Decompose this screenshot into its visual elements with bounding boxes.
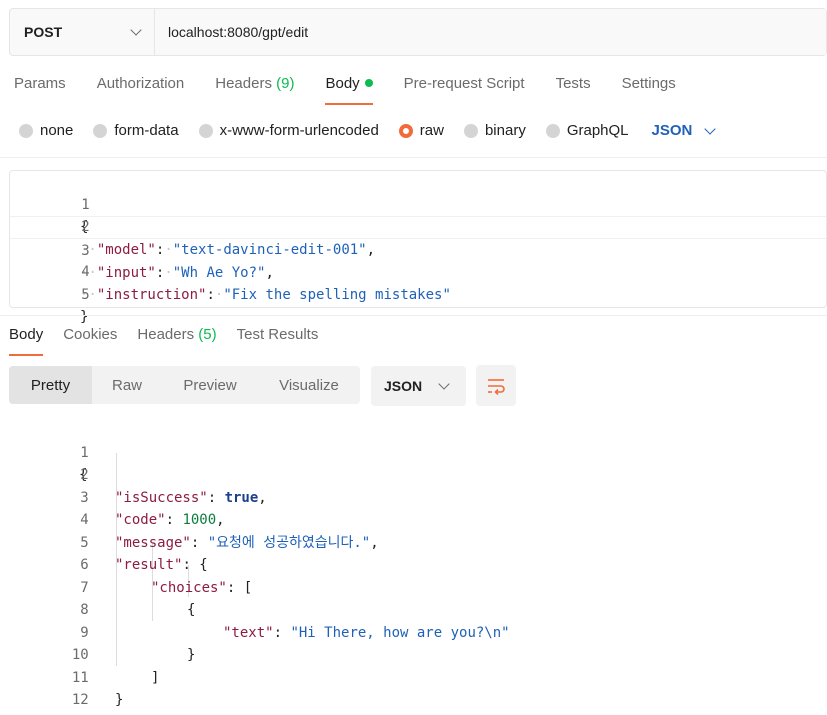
radio-binary[interactable]: binary (463, 122, 526, 139)
tab-response-body[interactable]: Body (9, 326, 44, 356)
chevron-down-icon (704, 122, 717, 135)
tab-response-headers[interactable]: Headers (5) (137, 326, 216, 354)
tab-tests[interactable]: Tests (556, 75, 591, 103)
chevron-down-icon (438, 378, 450, 390)
code-line: 5 } (10, 261, 826, 326)
radio-circle-icon (198, 123, 213, 138)
wrap-lines-button[interactable] (476, 365, 516, 406)
radio-circle-icon (545, 123, 560, 138)
divider (0, 315, 827, 316)
line-number: 5 (81, 286, 90, 303)
body-type-radios: none form-data x-www-form-urlencoded raw… (19, 122, 717, 139)
code-line: 8 "text": "Hi There, how are you?\n" (9, 577, 827, 641)
line-number: 12 (71, 692, 89, 708)
radio-x-www-form-urlencoded[interactable]: x-www-form-urlencoded (198, 122, 379, 139)
headers-count: (9) (276, 75, 295, 92)
request-body-editor[interactable]: 1 { 2 ··"model":·"text-davinci-edit-001"… (9, 170, 827, 326)
code-line: 6 "choices": [ (9, 532, 827, 596)
tab-cookies[interactable]: Cookies (63, 326, 117, 354)
view-pretty[interactable]: Pretty (9, 366, 92, 404)
response-body-viewer[interactable]: 1 { 2 "isSuccess": true, 3 "code": 1000,… (9, 419, 827, 715)
view-raw[interactable]: Raw (92, 366, 162, 404)
response-format-select[interactable]: JSON (371, 366, 466, 406)
radio-raw[interactable]: raw (398, 122, 444, 139)
radio-none[interactable]: none (19, 122, 73, 139)
tab-test-results[interactable]: Test Results (237, 326, 319, 354)
tab-settings[interactable]: Settings (622, 75, 676, 103)
view-preview[interactable]: Preview (162, 366, 258, 404)
code-line: 10 ] (9, 622, 827, 686)
response-tabs: Body Cookies Headers (5) Test Results (9, 326, 338, 356)
radio-circle-icon (19, 123, 33, 138)
code-line: 2 ··"model":·"text-davinci-edit-001", (10, 194, 826, 258)
code-line: 3 ··"input":·"Wh Ae Yo?", (10, 216, 826, 281)
code-line: 1 { (10, 171, 826, 236)
response-view-group: Pretty Raw Preview Visualize (9, 366, 360, 404)
radio-form-data[interactable]: form-data (93, 122, 179, 139)
request-tabs: Params Authorization Headers (9) Body Pr… (14, 75, 707, 105)
headers-count: (5) (198, 326, 217, 343)
code-line: 11 } (9, 644, 827, 709)
code-line: 9 } (9, 599, 827, 664)
url-input[interactable]: localhost:8080/gpt/edit (155, 9, 826, 55)
radio-selected-icon (398, 123, 413, 138)
chevron-down-icon (130, 24, 142, 36)
code-line: 4 ··"instruction":·"Fix the spelling mis… (10, 239, 826, 303)
body-indicator-dot (364, 79, 373, 88)
code-line: 1 { (9, 419, 827, 484)
code-line: 4 "message": "요청에 성공하였습니다.", (9, 487, 827, 551)
method-label: POST (24, 24, 63, 40)
method-select[interactable]: POST (10, 9, 155, 55)
tab-body[interactable]: Body (325, 75, 373, 105)
code-line: 12 } (9, 667, 827, 715)
tab-pre-request-script[interactable]: Pre-request Script (404, 75, 525, 103)
code-line: 2 "isSuccess": true, (9, 442, 827, 506)
view-visualize[interactable]: Visualize (258, 366, 360, 404)
radio-graphql[interactable]: GraphQL (545, 122, 629, 139)
wrap-lines-icon (488, 378, 505, 395)
radio-circle-icon (463, 123, 478, 138)
body-format-select[interactable]: JSON (652, 122, 717, 139)
divider (0, 157, 827, 158)
code-line: 3 "code": 1000, (9, 464, 827, 529)
tab-headers[interactable]: Headers (9) (215, 75, 294, 103)
code-line: 5 "result": { (9, 509, 827, 574)
tab-authorization[interactable]: Authorization (97, 75, 185, 103)
radio-circle-icon (93, 123, 108, 138)
tab-params[interactable]: Params (14, 75, 66, 103)
code-line: 7 { (9, 554, 827, 619)
url-bar: POST localhost:8080/gpt/edit (9, 8, 827, 56)
